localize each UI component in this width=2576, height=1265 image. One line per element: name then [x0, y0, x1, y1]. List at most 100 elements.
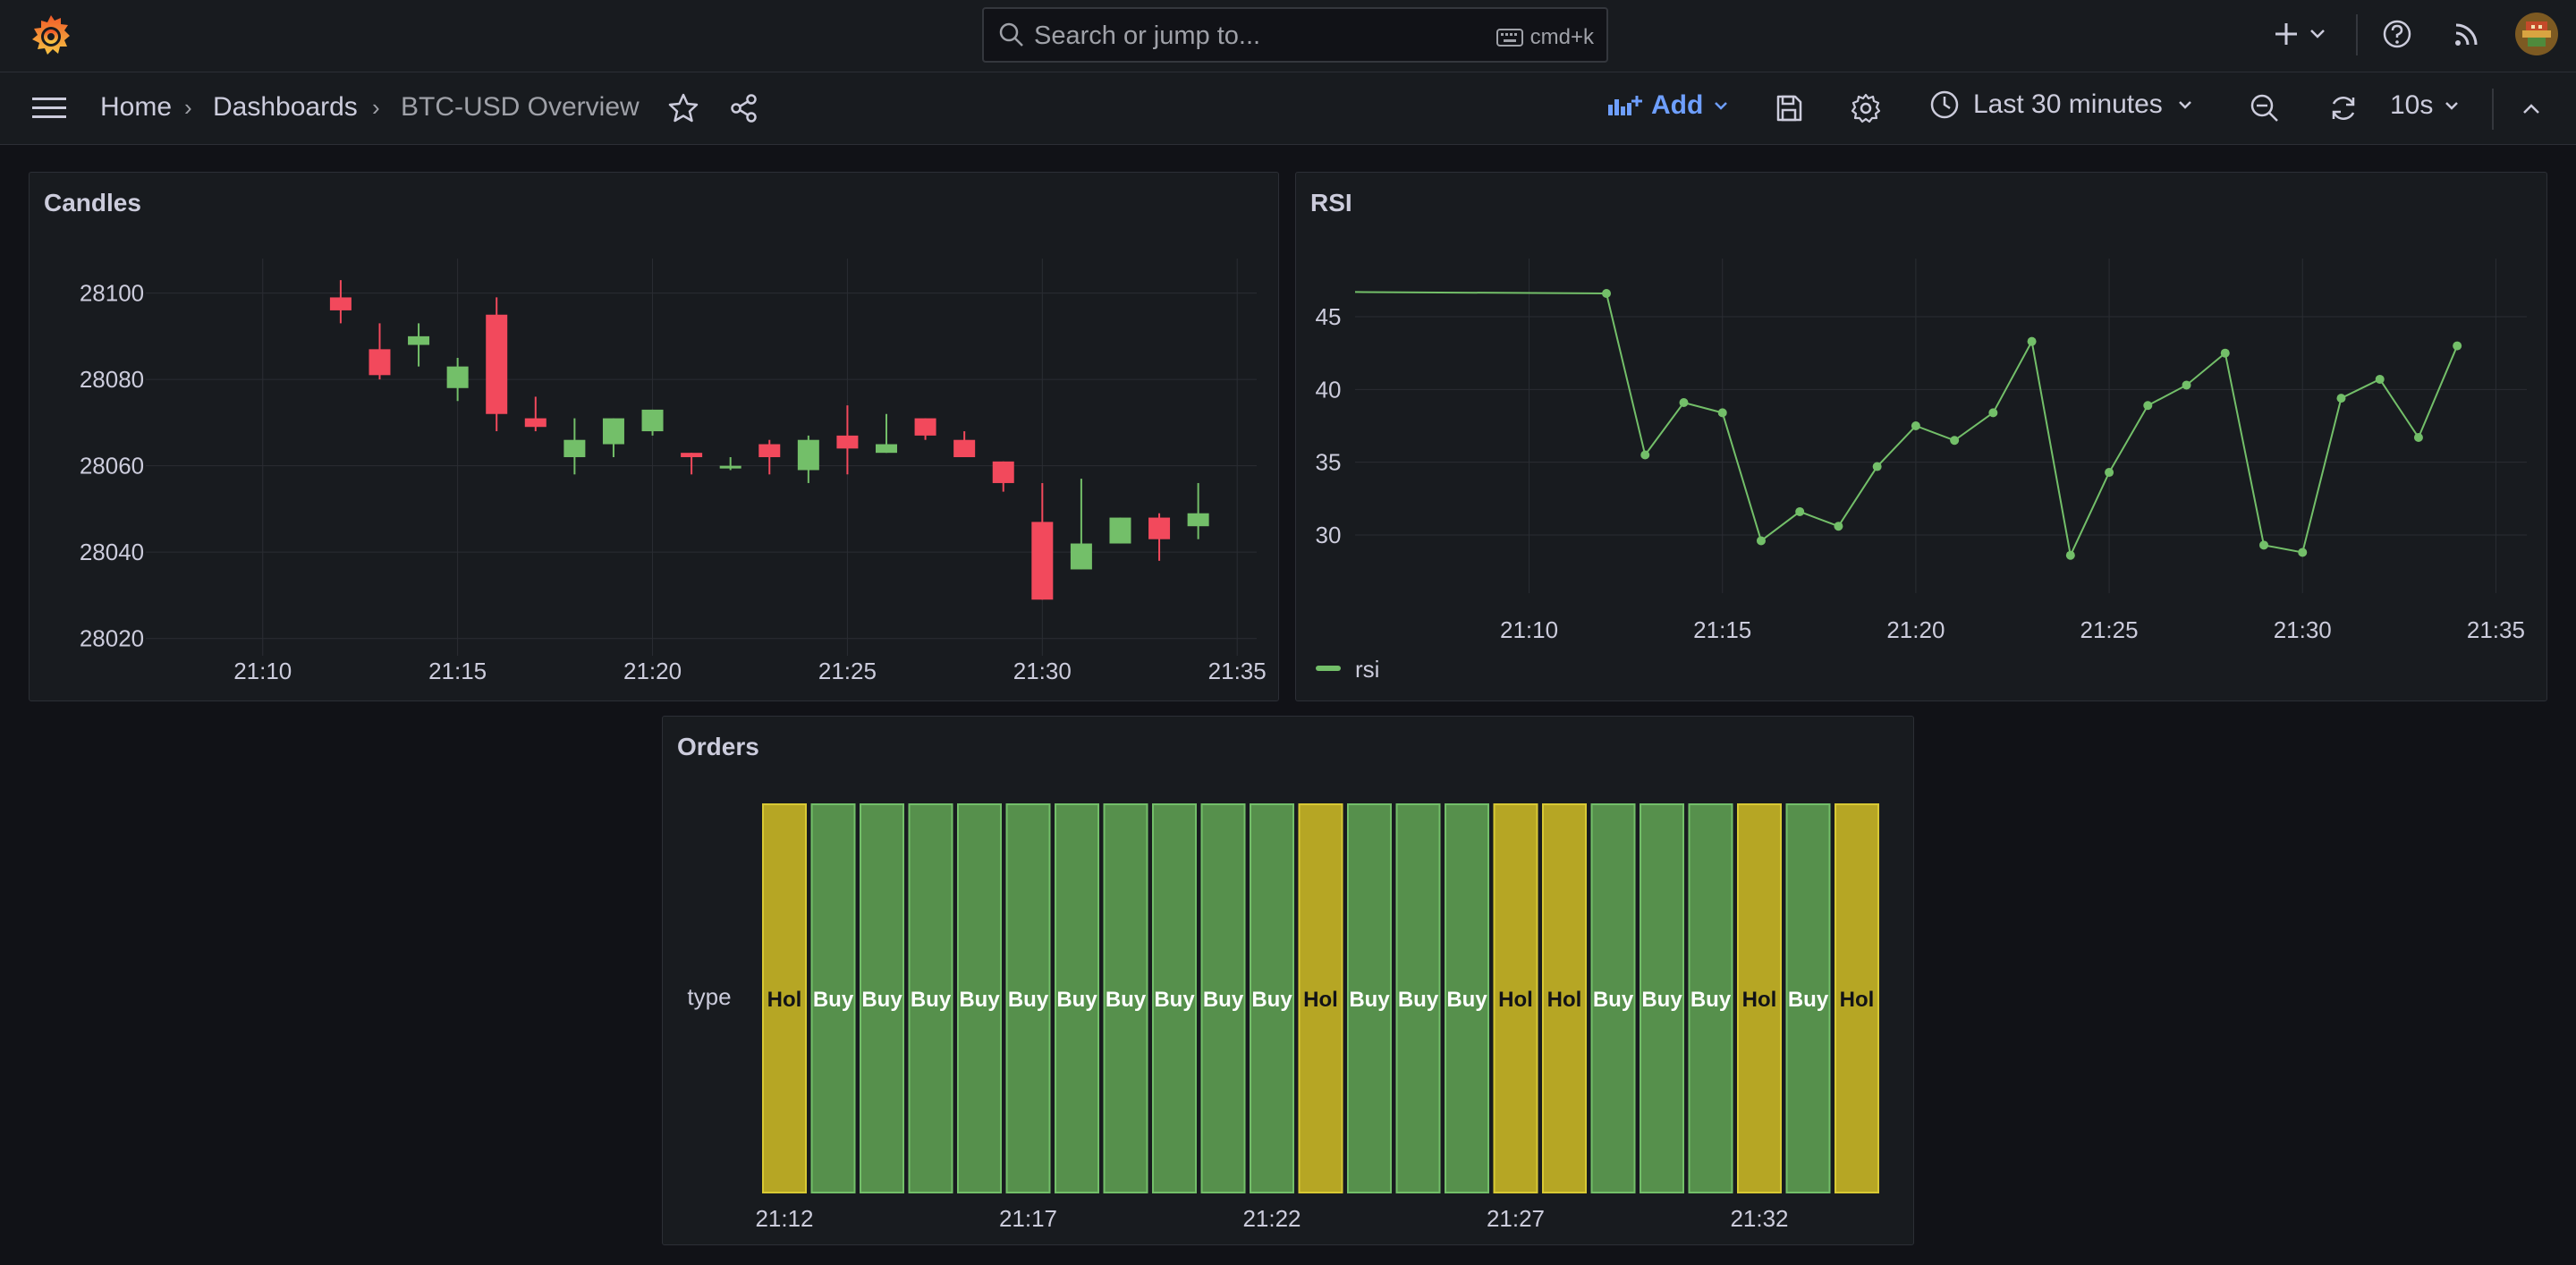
search-input[interactable]: Search or jump to... cmd+k [982, 7, 1608, 63]
state-segment-label: Buy [1788, 988, 1829, 1012]
state-segment-label: Buy [911, 988, 952, 1012]
state-segment-label: Buy [1056, 988, 1097, 1012]
candle-body [486, 314, 508, 414]
candlestick-chart[interactable]: 28100 28080 28060 28040 28020 21:10 21:15 21:20… [30, 173, 1280, 702]
state-segment-label: Buy [1154, 988, 1195, 1012]
x-tick-label: 21:25 [2080, 616, 2139, 643]
state-segment-label: Hol [1547, 988, 1582, 1012]
x-tick-label: 21:10 [1500, 616, 1558, 643]
divider [2492, 89, 2494, 130]
state-segment-label: Buy [1251, 988, 1292, 1012]
rsi-data-point [1872, 462, 1882, 471]
x-tick-label: 21:30 [2274, 616, 2332, 643]
rsi-data-point [1679, 397, 1689, 407]
rsi-data-point [1756, 536, 1766, 546]
row-label: type [687, 983, 731, 1010]
x-tick-label: 21:22 [1242, 1205, 1301, 1232]
zoom-out-icon[interactable] [2249, 92, 2281, 124]
search-placeholder: Search or jump to... [1034, 21, 1261, 50]
candle-body [1148, 517, 1171, 539]
avatar[interactable] [2515, 13, 2558, 55]
rsi-data-point [2065, 550, 2075, 560]
candle-body [914, 418, 936, 436]
state-segment-label: Buy [959, 988, 1000, 1012]
rsi-data-point [2143, 401, 2153, 411]
plus-icon[interactable] [2272, 18, 2301, 50]
orders-state-timeline[interactable]: type Hol Buy Buy Buy Buy Buy Buy Buy Buy Buy Buy Hol… [663, 717, 1915, 1246]
candle-body [641, 409, 664, 432]
legend-item-rsi: rsi [1355, 656, 1379, 683]
star-icon[interactable] [667, 92, 699, 124]
dashboard-nav-bar: Home › Dashboards › BTC-USD Overview Add [0, 72, 2576, 145]
chevron-up-icon[interactable] [2515, 96, 2547, 123]
rsi-data-point [2220, 348, 2230, 358]
x-tick-label: 21:12 [755, 1205, 813, 1232]
rsi-line-chart[interactable]: 45 40 35 30 21:10 21:15 21:20 21:25 21:30 21:35 rs… [1296, 173, 2548, 702]
y-tick-label: 28080 [80, 366, 144, 393]
refresh-interval-label: 10s [2390, 90, 2434, 120]
candle-body [446, 366, 469, 388]
state-segment-label: Hol [1742, 988, 1777, 1012]
settings-gear-icon[interactable] [1850, 92, 1882, 124]
candle-body [681, 453, 703, 457]
breadcrumb-home[interactable]: Home [100, 92, 172, 123]
divider [2356, 14, 2358, 55]
candle-body [602, 418, 624, 445]
state-segment-label: Hol [1303, 988, 1338, 1012]
state-segment-label: Buy [1349, 988, 1390, 1012]
add-button[interactable]: Add [1606, 90, 1730, 121]
state-segment-label: Hol [767, 988, 802, 1012]
chevron-down-icon [2178, 101, 2191, 109]
x-tick-label: 21:35 [1208, 658, 1267, 684]
time-range-label: Last 30 minutes [1973, 89, 2163, 119]
breadcrumb-current: BTC-USD Overview [401, 92, 640, 122]
y-tick-label: 30 [1316, 522, 1342, 548]
share-icon[interactable] [728, 92, 760, 124]
search-shortcut: cmd+k [1496, 25, 1594, 50]
rsi-data-point [2413, 433, 2423, 443]
candle-body [836, 435, 859, 449]
rsi-data-point [2259, 540, 2269, 550]
rsi-data-point [1950, 436, 1960, 446]
x-tick-label: 21:20 [1886, 616, 1945, 643]
y-tick-label: 45 [1316, 303, 1342, 330]
candle-body [1031, 522, 1054, 600]
time-range-picker[interactable]: Last 30 minutes [1928, 89, 2195, 121]
clock-icon [1930, 90, 1959, 119]
rss-icon[interactable] [2451, 18, 2483, 50]
rsi-series-line [1354, 291, 2459, 558]
candle-body [329, 297, 352, 310]
rsi-data-point [2105, 468, 2114, 478]
save-icon[interactable] [1773, 92, 1805, 124]
candle-body [876, 444, 897, 454]
help-icon[interactable] [2381, 18, 2413, 50]
grafana-logo-icon[interactable] [27, 13, 75, 59]
state-segment-label: Hol [1498, 988, 1533, 1012]
candle-body [1070, 543, 1092, 570]
candle-body [408, 335, 430, 345]
refresh-interval-picker[interactable]: 10s [2390, 90, 2462, 121]
rsi-data-point [1795, 506, 1805, 516]
orders-panel: Orders type Hol Buy Buy Buy Buy Buy Buy Buy Buy Bu… [662, 716, 1914, 1245]
search-shortcut-label: cmd+k [1530, 25, 1594, 49]
x-tick-label: 21:17 [999, 1205, 1057, 1232]
chevron-down-icon[interactable] [2308, 18, 2327, 50]
breadcrumb-separator: › [372, 94, 380, 121]
add-panel-icon [1608, 96, 1642, 115]
rsi-data-point [2027, 336, 2037, 346]
keyboard-icon [1496, 29, 1523, 47]
rsi-data-point [2298, 548, 2308, 557]
rsi-data-point [1988, 408, 1998, 418]
y-tick-label: 28040 [80, 539, 144, 565]
add-button-label: Add [1651, 90, 1704, 120]
breadcrumb-dashboards[interactable]: Dashboards [213, 92, 358, 123]
rsi-data-point [2453, 341, 2462, 351]
x-tick-label: 21:15 [1693, 616, 1751, 643]
x-tick-label: 21:15 [428, 658, 487, 684]
menu-icon[interactable] [30, 94, 68, 123]
x-tick-label: 21:35 [2467, 616, 2525, 643]
state-segment-label: Hol [1840, 988, 1875, 1012]
y-tick-label: 28060 [80, 453, 144, 480]
state-segment-label: Buy [1008, 988, 1049, 1012]
refresh-icon[interactable] [2327, 92, 2360, 124]
